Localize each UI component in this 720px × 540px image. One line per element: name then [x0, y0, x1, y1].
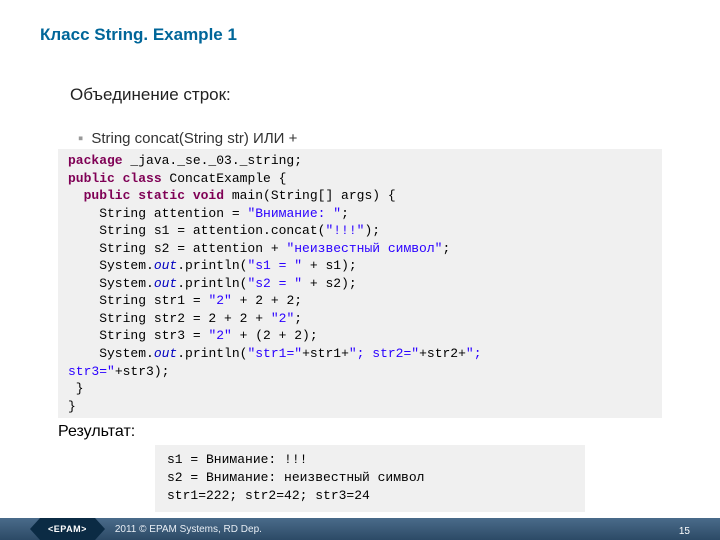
bullet-icon: ▪	[78, 130, 83, 147]
code-block: package _java._se._03._string; public cl…	[58, 149, 662, 418]
bullet-item: ▪ String concat(String str) ИЛИ +	[78, 130, 680, 147]
footer: <EPAM> 2011 © EPAM Systems, RD Dep. 15	[0, 518, 720, 540]
copyright-text: 2011 © EPAM Systems, RD Dep.	[115, 524, 262, 535]
page-number: 15	[679, 526, 690, 537]
slide-subtitle: Объединение строк:	[70, 85, 680, 105]
slide-title: Класс String. Example 1	[40, 25, 680, 45]
output-block: s1 = Внимание: !!! s2 = Внимание: неизве…	[155, 445, 585, 512]
bullet-text: String concat(String str) ИЛИ +	[91, 130, 297, 147]
result-label: Результат:	[58, 423, 680, 441]
brand-logo: <EPAM>	[40, 518, 95, 540]
